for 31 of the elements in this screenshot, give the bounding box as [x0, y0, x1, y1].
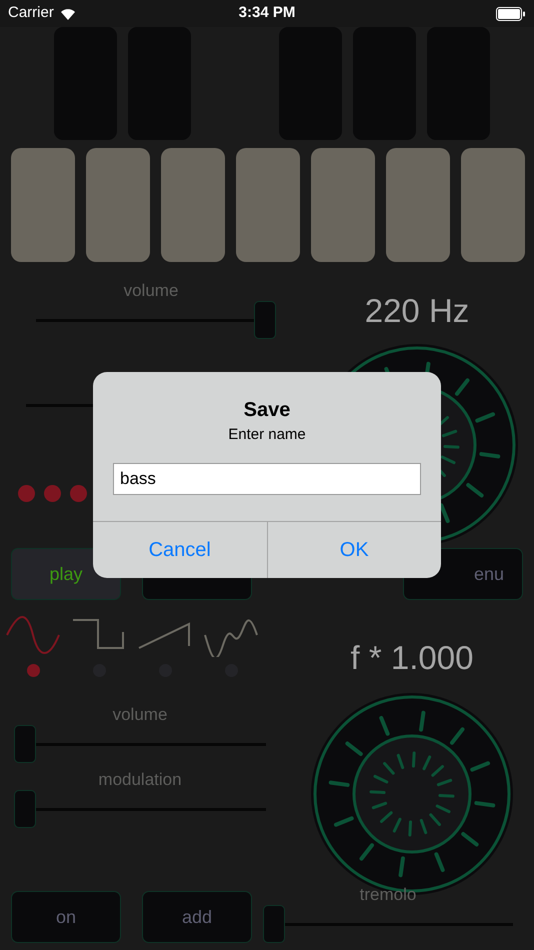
piano-key[interactable] [161, 148, 225, 262]
slider-thumb[interactable] [254, 301, 276, 339]
wifi-icon [60, 8, 76, 20]
slider-label: modulation [98, 770, 182, 790]
carrier-label: Carrier [8, 3, 54, 24]
piano-key[interactable] [311, 148, 375, 262]
slider-label: tremolo [360, 885, 416, 905]
control-button[interactable]: add [142, 891, 252, 943]
slider-label: volume [112, 705, 168, 725]
control-button[interactable]: on [11, 891, 121, 943]
slider-thumb[interactable] [14, 725, 36, 763]
piano-key[interactable] [11, 148, 75, 262]
slider-label: volume [124, 281, 178, 301]
slider[interactable] [14, 725, 266, 763]
piano-key[interactable] [236, 148, 300, 262]
piano-key[interactable] [86, 148, 150, 262]
slider[interactable] [14, 790, 266, 828]
piano-key[interactable] [461, 148, 525, 262]
piano-key[interactable] [386, 148, 450, 262]
dialog-message: Enter name [227, 426, 307, 444]
sine-wave-icon[interactable] [5, 615, 61, 657]
slider-thumb[interactable] [14, 790, 36, 828]
name-input-field[interactable]: bass [113, 463, 421, 495]
slider[interactable] [263, 905, 513, 943]
dialog-title: Save [242, 398, 292, 422]
clock: 3:34 PM [238, 3, 296, 24]
slider-thumb[interactable] [263, 905, 285, 943]
dialog-button[interactable]: OK [266, 522, 441, 578]
multiplier-readout: f * 1.000 [350, 638, 474, 678]
frequency-readout: 220 Hz [364, 291, 470, 331]
battery-icon [496, 6, 526, 20]
